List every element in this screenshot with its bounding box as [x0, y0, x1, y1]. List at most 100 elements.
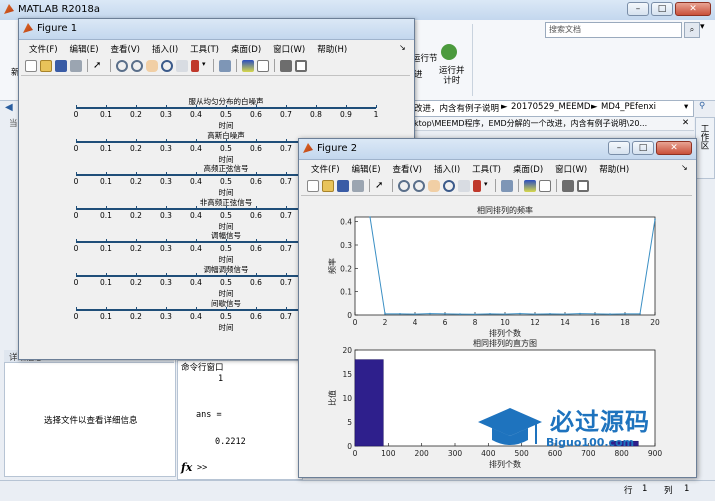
- close-button[interactable]: ✕: [675, 2, 711, 16]
- y-tick-label: 0.3: [340, 241, 352, 250]
- tick-label: 0: [73, 143, 79, 153]
- tick-mark: [136, 105, 137, 108]
- tick-mark: [106, 172, 107, 176]
- search-go-icon[interactable]: ⌕: [684, 22, 700, 38]
- ribbon-advance-label[interactable]: 进: [414, 68, 423, 80]
- tick-label: 0.8: [310, 110, 322, 119]
- chart-title: 相同排列的直方图: [473, 338, 537, 348]
- tick-mark: [226, 205, 227, 209]
- tick-mark: [196, 105, 197, 108]
- x-tick-label: 0: [353, 318, 358, 327]
- tick-mark: [256, 239, 257, 243]
- tick-mark: [136, 172, 137, 176]
- tick-label: 0.2: [130, 244, 142, 254]
- tick-mark: [226, 239, 227, 243]
- line-point: [444, 313, 446, 315]
- cmd-line-value: 0.2212: [215, 437, 246, 447]
- tick-label: 0.1: [100, 244, 112, 254]
- path-dropdown-icon[interactable]: ▾: [684, 102, 688, 112]
- y-tick-label: 15: [342, 370, 352, 379]
- matlab-logo-icon: [4, 4, 14, 14]
- status-row-value: 1: [642, 484, 648, 494]
- tick-label: 0.6: [250, 143, 262, 153]
- histogram-bar: [354, 359, 384, 447]
- tick-label: 0.3: [160, 311, 172, 321]
- tick-label: 0.7: [280, 177, 292, 187]
- y-tick-label: 0: [347, 311, 352, 320]
- line-point: [579, 312, 581, 315]
- watermark-text: 必过源码: [550, 408, 650, 436]
- tick-mark: [106, 273, 107, 276]
- path-crumb-1[interactable]: 20170529_MEEMD: [511, 102, 590, 112]
- tick-label: 0.2: [130, 143, 142, 153]
- tick-label: 0.1: [100, 143, 112, 153]
- tick-label: 0.2: [130, 210, 142, 220]
- x-axis-label: 排列个数: [489, 328, 521, 338]
- watermark-url: Biguo100.com: [546, 436, 635, 449]
- tick-label: 0.4: [190, 244, 202, 254]
- tick-label: 0.5: [220, 143, 232, 153]
- tick-label: 0: [73, 244, 79, 254]
- path-crumb-2[interactable]: MD4_PEfenxi: [601, 102, 656, 112]
- x-tick-label: 100: [381, 449, 396, 458]
- x-tick-label: 8: [473, 318, 478, 327]
- ribbon-divider: [472, 24, 473, 96]
- tick-label: 0: [73, 177, 79, 187]
- run-and-time-icon[interactable]: [441, 44, 457, 60]
- tick-label: 0.6: [250, 311, 262, 321]
- workspace-tab[interactable]: 工作区: [695, 117, 715, 179]
- tick-label: 0.1: [100, 110, 112, 119]
- fx-icon[interactable]: fx: [181, 461, 192, 474]
- workspace-label: 工作区: [699, 124, 709, 150]
- line-point: [594, 313, 596, 315]
- tick-mark: [196, 239, 197, 243]
- tick-label: 0.3: [160, 244, 172, 254]
- tick-mark: [106, 138, 107, 142]
- x-tick-label: 16: [590, 318, 600, 327]
- tick-label: 0.6: [250, 210, 262, 220]
- search-placeholder: 搜索文档: [549, 25, 581, 34]
- line-point: [654, 218, 656, 221]
- tick-mark: [286, 306, 287, 310]
- path-sep-2: ►: [591, 102, 598, 112]
- tick-mark: [106, 205, 107, 209]
- tick-label: 0.4: [190, 177, 202, 187]
- status-row-label: 行: [624, 486, 633, 496]
- watermark: 必过源码 Biguo100.com: [476, 402, 676, 462]
- left-tab-label[interactable]: 当: [9, 117, 18, 129]
- tick-mark: [256, 138, 257, 142]
- panel-close-icon[interactable]: ✕: [682, 118, 689, 128]
- tick-label: 0.2: [130, 311, 142, 321]
- x-tick-label: 12: [530, 318, 540, 327]
- tick-mark: [256, 273, 257, 276]
- x-tick-label: 18: [620, 318, 630, 327]
- ribbon-collapse-icon[interactable]: ▾: [700, 22, 712, 36]
- x-tick-label: 300: [448, 449, 463, 458]
- tick-label: 0.7: [280, 244, 292, 254]
- y-axis-label: 频率: [327, 258, 337, 274]
- path-browse-icon[interactable]: ⚲: [699, 101, 705, 111]
- tick-mark: [286, 239, 287, 243]
- command-window[interactable]: [177, 360, 303, 480]
- tick-label: 0.7: [280, 278, 292, 287]
- ribbon-run-time-label[interactable]: 运行并 计时: [439, 66, 465, 86]
- tick-mark: [286, 172, 287, 176]
- tick-label: 0.6: [250, 278, 262, 287]
- tick-label: 0.4: [190, 278, 202, 287]
- tick-label: 0: [73, 311, 79, 321]
- tick-mark: [76, 138, 77, 142]
- maximize-button[interactable]: □: [651, 2, 673, 16]
- nav-back-icon[interactable]: ◀: [5, 102, 17, 114]
- status-col-label: 列: [664, 486, 673, 496]
- line-point: [429, 312, 431, 315]
- line-point: [609, 313, 611, 315]
- line-point: [384, 313, 386, 315]
- tick-mark: [76, 172, 77, 176]
- minimize-button[interactable]: –: [627, 2, 649, 16]
- tick-mark: [316, 105, 317, 108]
- cmd-prompt[interactable]: >>: [197, 463, 207, 473]
- ribbon-run-section-label[interactable]: 运行节: [412, 52, 438, 64]
- tick-mark: [286, 138, 287, 142]
- x-tick-label: 10: [500, 318, 510, 327]
- search-box[interactable]: 搜索文档: [545, 22, 682, 38]
